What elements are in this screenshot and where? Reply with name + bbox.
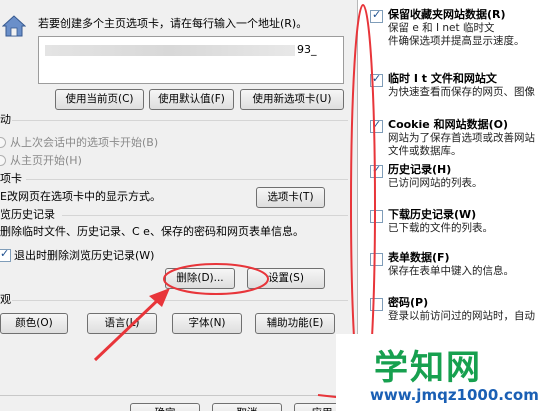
annotation-arrow-line <box>93 296 162 362</box>
delete-button-highlight-circle <box>163 263 269 295</box>
watermark: 学知网 www.jmqz1000.com <box>336 334 552 411</box>
watermark-title: 学知网 <box>374 348 482 388</box>
watermark-url: www.jmqz1000.com <box>370 386 539 404</box>
